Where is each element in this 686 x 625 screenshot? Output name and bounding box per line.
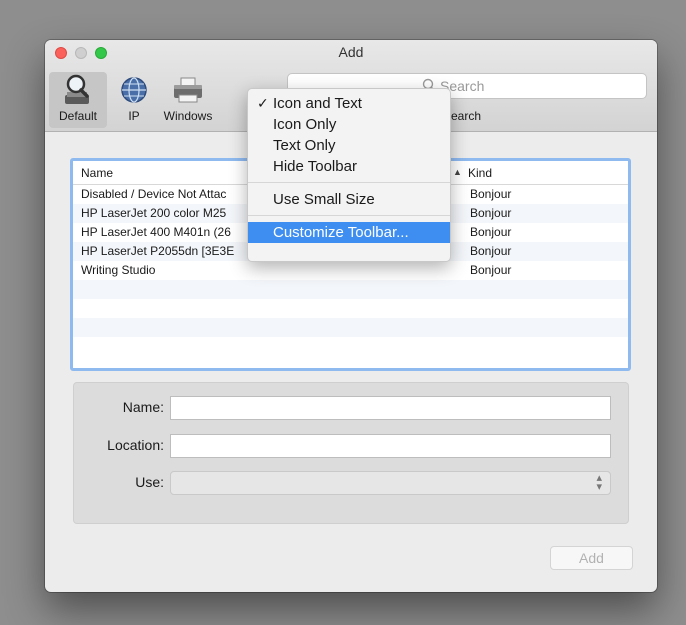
- window-title: Add: [338, 44, 364, 60]
- printer-icon: [157, 72, 219, 108]
- menu-separator: [248, 182, 450, 183]
- toolbar-default-label: Default: [58, 109, 98, 123]
- menu-item-label: Use Small Size: [273, 191, 375, 208]
- table-row[interactable]: Writing Studio Bonjour: [73, 261, 628, 280]
- location-label: Location:: [107, 437, 164, 453]
- printer-name: Disabled / Device Not Attac: [81, 187, 227, 201]
- toolbar-ip-button[interactable]: IP: [115, 72, 153, 123]
- chevron-updown-icon: ▴ ▾: [596, 472, 602, 493]
- toolbar-windows-label: Windows: [163, 109, 213, 123]
- menu-item-icon-only[interactable]: Icon Only: [248, 114, 450, 135]
- name-label: Name:: [122, 399, 164, 415]
- use-select[interactable]: ▴ ▾: [170, 471, 611, 495]
- menu-item-hide-toolbar[interactable]: Hide Toolbar: [248, 156, 450, 177]
- toolbar-default-button[interactable]: Default: [49, 72, 107, 128]
- toolbar-context-menu: ✓ Icon and Text Icon Only Text Only Hide…: [247, 88, 451, 262]
- empty-row: [73, 337, 628, 356]
- default-magnifier-icon: [49, 72, 107, 108]
- toolbar-ip-label: IP: [128, 109, 140, 123]
- menu-item-label: Icon Only: [273, 116, 337, 133]
- printer-kind: Bonjour: [470, 244, 512, 258]
- printer-name: Writing Studio: [81, 263, 156, 277]
- menu-item-use-small-size[interactable]: Use Small Size: [248, 189, 450, 210]
- printer-name: HP LaserJet 400 M401n (26: [81, 225, 231, 239]
- menu-separator: [248, 215, 450, 216]
- add-button[interactable]: Add: [550, 546, 633, 570]
- menu-item-customize-toolbar[interactable]: Customize Toolbar...: [248, 222, 450, 243]
- menu-item-label: Customize Toolbar...: [273, 224, 409, 241]
- location-field[interactable]: [170, 434, 611, 458]
- printer-kind: Bonjour: [470, 263, 512, 277]
- empty-row: [73, 299, 628, 318]
- globe-icon: [115, 72, 153, 108]
- column-name-header[interactable]: Name: [81, 166, 113, 180]
- menu-item-label: Hide Toolbar: [273, 158, 357, 175]
- printer-kind: Bonjour: [470, 206, 512, 220]
- column-kind-header[interactable]: Kind: [468, 166, 492, 180]
- menu-item-icon-and-text[interactable]: ✓ Icon and Text: [248, 93, 450, 114]
- printer-kind: Bonjour: [470, 187, 512, 201]
- sort-ascending-icon: ▲: [453, 167, 462, 177]
- use-label: Use:: [135, 474, 164, 490]
- empty-row: [73, 280, 628, 299]
- menu-item-label: Icon and Text: [273, 95, 362, 112]
- toolbar-windows-button[interactable]: Windows: [157, 72, 219, 123]
- menu-item-label: Text Only: [273, 137, 336, 154]
- printer-details-form: Name: Location: Use: ▴ ▾: [73, 382, 629, 524]
- printer-name: HP LaserJet P2055dn [3E3E: [81, 244, 235, 258]
- checkmark-icon: ✓: [257, 95, 269, 111]
- printer-name: HP LaserJet 200 color M25: [81, 206, 227, 220]
- printer-kind: Bonjour: [470, 225, 512, 239]
- empty-row: [73, 318, 628, 337]
- name-field[interactable]: [170, 396, 611, 420]
- menu-item-text-only[interactable]: Text Only: [248, 135, 450, 156]
